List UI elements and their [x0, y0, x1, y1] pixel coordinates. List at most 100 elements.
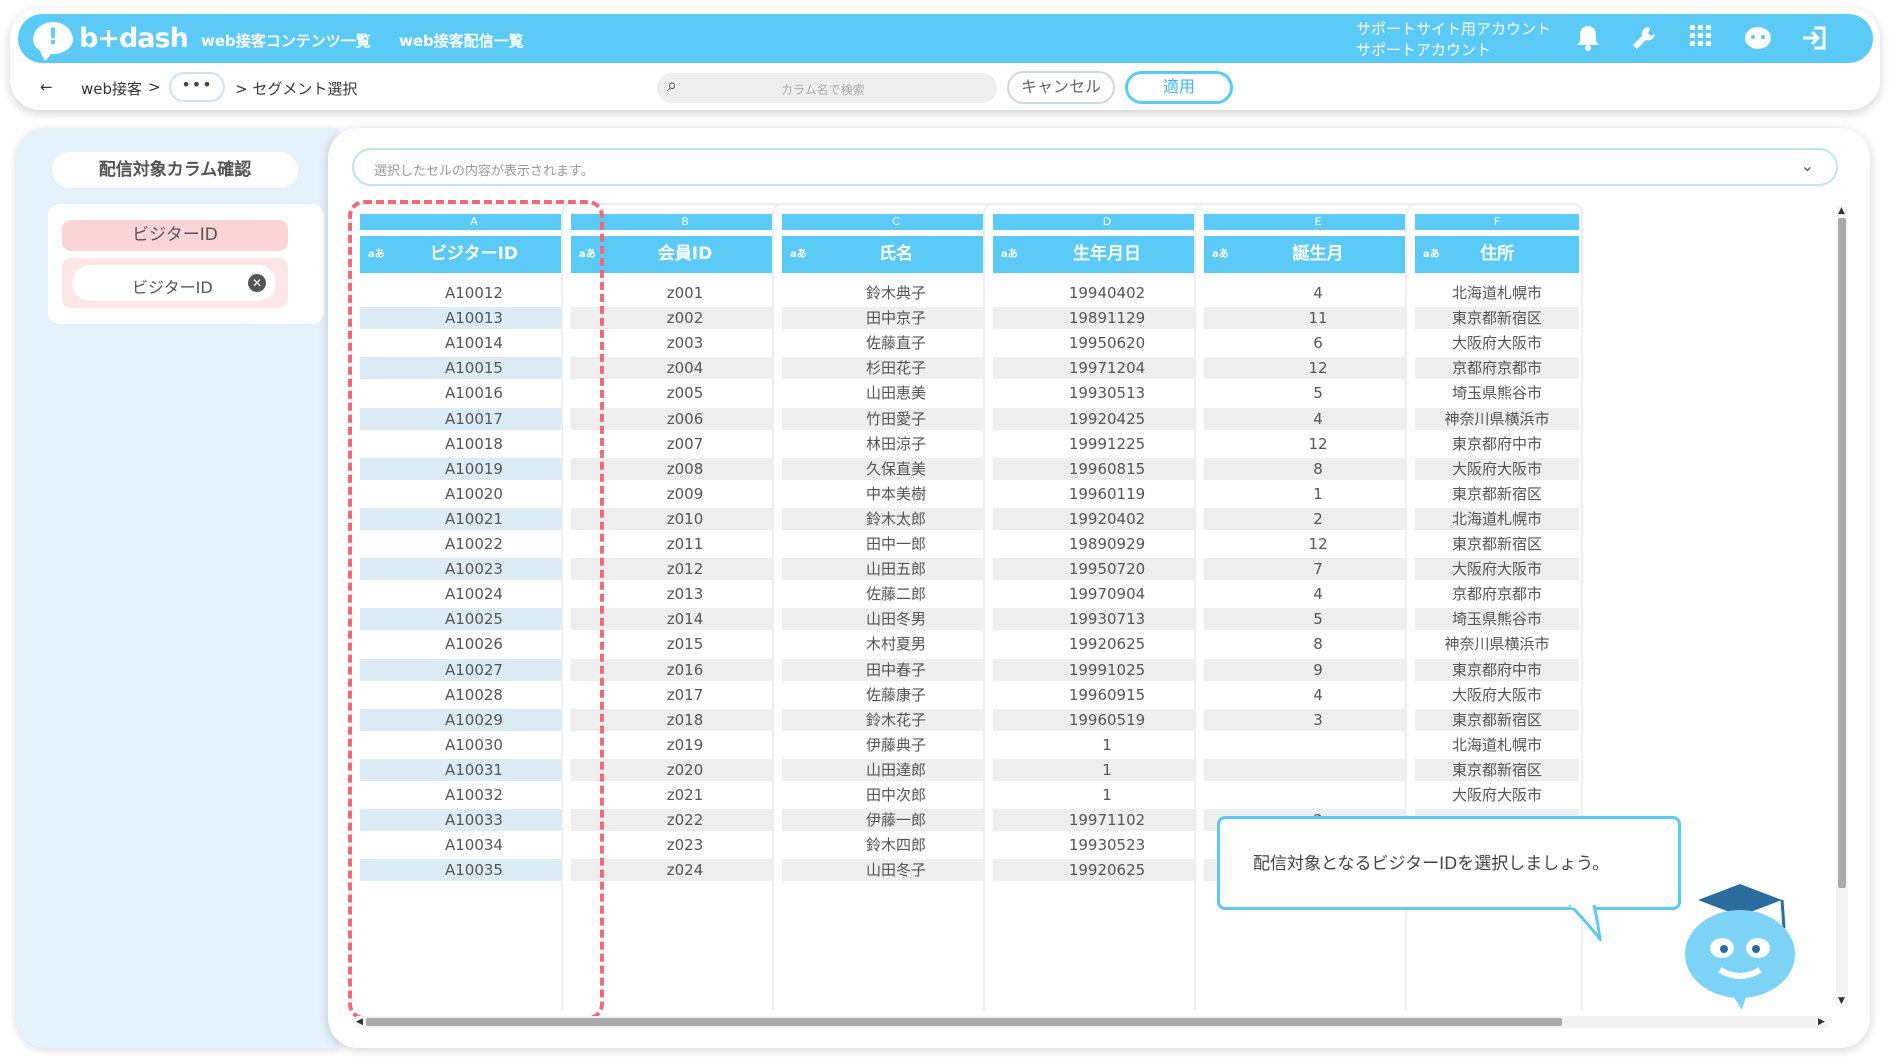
table-cell[interactable]: 19920402: [993, 507, 1221, 530]
table-cell[interactable]: 19960815: [993, 457, 1221, 480]
table-cell[interactable]: 19960915: [993, 684, 1221, 706]
table-cell[interactable]: 東京都新宿区: [1415, 483, 1579, 505]
search-input[interactable]: カラム名で検索: [781, 81, 865, 98]
table-cell[interactable]: 佐藤二郎: [782, 583, 1010, 605]
table-cell[interactable]: 6: [1204, 332, 1432, 354]
cancel-button[interactable]: キャンセル: [1007, 71, 1115, 104]
table-cell[interactable]: 京都府京都市: [1415, 357, 1579, 380]
table-cell[interactable]: 大阪府大阪市: [1415, 558, 1579, 581]
table-cell[interactable]: z005: [571, 382, 799, 404]
table-cell[interactable]: 東京都府中市: [1415, 658, 1579, 681]
column-header[interactable]: aあ 誕生月: [1204, 236, 1432, 273]
column-header[interactable]: aあ 生年月日: [993, 236, 1221, 273]
table-cell[interactable]: 4: [1204, 583, 1432, 605]
table-cell[interactable]: 4: [1204, 282, 1432, 304]
table-cell[interactable]: 東京都新宿区: [1415, 708, 1579, 731]
column-header[interactable]: aあ 会員ID: [571, 236, 799, 273]
table-cell[interactable]: 19920425: [993, 407, 1221, 430]
table-cell[interactable]: z003: [571, 332, 799, 354]
table-cell[interactable]: 京都府京都市: [1415, 583, 1579, 605]
table-cell[interactable]: 7: [1204, 558, 1432, 581]
table-cell[interactable]: 佐藤直子: [782, 332, 1010, 354]
table-cell[interactable]: 田中一郎: [782, 533, 1010, 555]
table-cell[interactable]: z001: [571, 282, 799, 304]
table-cell[interactable]: 19891129: [993, 307, 1221, 330]
table-cell[interactable]: z004: [571, 357, 799, 380]
back-arrow-icon[interactable]: ←: [40, 78, 53, 96]
table-cell[interactable]: 1: [993, 758, 1221, 781]
table-cell[interactable]: z012: [571, 558, 799, 581]
table-cell[interactable]: 19971102: [993, 809, 1221, 832]
column-search[interactable]: ⌕ カラム名で検索: [657, 73, 997, 103]
table-cell[interactable]: z018: [571, 708, 799, 731]
table-cell[interactable]: 山田五郎: [782, 558, 1010, 581]
table-cell[interactable]: 12: [1204, 533, 1432, 555]
table-cell[interactable]: 伊藤典子: [782, 734, 1010, 756]
table-cell[interactable]: 鈴木典子: [782, 282, 1010, 304]
table-cell[interactable]: 2: [1204, 507, 1432, 530]
column-letter[interactable]: C: [782, 214, 1010, 230]
scroll-up-icon[interactable]: ▲: [1838, 206, 1845, 216]
table-cell[interactable]: 12: [1204, 357, 1432, 380]
table-cell[interactable]: 田中春子: [782, 658, 1010, 681]
table-cell[interactable]: 鈴木太郎: [782, 507, 1010, 530]
table-cell[interactable]: 神奈川県横浜市: [1415, 633, 1579, 655]
table-cell[interactable]: 大阪府大阪市: [1415, 332, 1579, 354]
table-cell[interactable]: 3: [1204, 708, 1432, 731]
table-cell[interactable]: z002: [571, 307, 799, 330]
table-cell[interactable]: 東京都新宿区: [1415, 533, 1579, 555]
table-cell[interactable]: 4: [1204, 684, 1432, 706]
table-cell[interactable]: 19940402: [993, 282, 1221, 304]
column-letter[interactable]: E: [1204, 214, 1432, 230]
table-cell[interactable]: 鈴木花子: [782, 708, 1010, 731]
table-cell[interactable]: 19971204: [993, 357, 1221, 380]
table-cell[interactable]: 木村夏男: [782, 633, 1010, 655]
bell-icon[interactable]: [1572, 24, 1604, 56]
column-header[interactable]: aあ 住所: [1415, 236, 1579, 273]
table-cell[interactable]: 8: [1204, 457, 1432, 480]
character-icon[interactable]: [1742, 24, 1774, 56]
table-cell[interactable]: z020: [571, 758, 799, 781]
table-cell[interactable]: 19920625: [993, 633, 1221, 655]
table-cell[interactable]: z006: [571, 407, 799, 430]
logout-icon[interactable]: [1799, 24, 1831, 56]
table-cell[interactable]: 山田冬男: [782, 608, 1010, 631]
horizontal-scroll-thumb[interactable]: [366, 1018, 1562, 1026]
table-cell[interactable]: 19960519: [993, 708, 1221, 731]
table-cell[interactable]: 1: [1204, 483, 1432, 505]
table-cell[interactable]: z022: [571, 809, 799, 832]
table-cell[interactable]: 杉田花子: [782, 357, 1010, 380]
table-cell[interactable]: 19930513: [993, 382, 1221, 404]
table-cell[interactable]: [1204, 734, 1432, 756]
table-cell[interactable]: 19950620: [993, 332, 1221, 354]
table-cell[interactable]: 埼玉県熊谷市: [1415, 608, 1579, 631]
vertical-scroll-thumb[interactable]: [1838, 218, 1846, 888]
table-cell[interactable]: 竹田愛子: [782, 407, 1010, 430]
nav-web-content-list[interactable]: web接客コンテンツ一覧: [201, 30, 371, 51]
table-cell[interactable]: 山田恵美: [782, 382, 1010, 404]
table-cell[interactable]: z015: [571, 633, 799, 655]
table-cell[interactable]: 19960119: [993, 483, 1221, 505]
table-cell[interactable]: 中本美樹: [782, 483, 1010, 505]
table-cell[interactable]: 19950720: [993, 558, 1221, 581]
table-cell[interactable]: 5: [1204, 382, 1432, 404]
table-cell[interactable]: 北海道札幌市: [1415, 282, 1579, 304]
table-cell[interactable]: 19930713: [993, 608, 1221, 631]
table-cell[interactable]: 山田冬子: [782, 859, 1010, 882]
table-cell[interactable]: 9: [1204, 658, 1432, 681]
table-cell[interactable]: z007: [571, 433, 799, 455]
grid-icon[interactable]: [1685, 24, 1717, 56]
table-cell[interactable]: z016: [571, 658, 799, 681]
table-cell[interactable]: 東京都新宿区: [1415, 307, 1579, 330]
table-cell[interactable]: 19930523: [993, 834, 1221, 856]
table-cell[interactable]: z010: [571, 507, 799, 530]
column-letter[interactable]: F: [1415, 214, 1579, 230]
account-info[interactable]: サポートサイト用アカウント サポートアカウント: [1356, 19, 1551, 61]
wrench-icon[interactable]: [1628, 24, 1660, 56]
column-letter[interactable]: B: [571, 214, 799, 230]
table-cell[interactable]: 東京都府中市: [1415, 433, 1579, 455]
table-cell[interactable]: z019: [571, 734, 799, 756]
column-d[interactable]: Daあ 生年月日 19940402 19891129 19950620 19971204 1…: [983, 203, 1227, 1010]
table-cell[interactable]: 大阪府大阪市: [1415, 684, 1579, 706]
remove-icon[interactable]: ✕: [248, 274, 266, 292]
